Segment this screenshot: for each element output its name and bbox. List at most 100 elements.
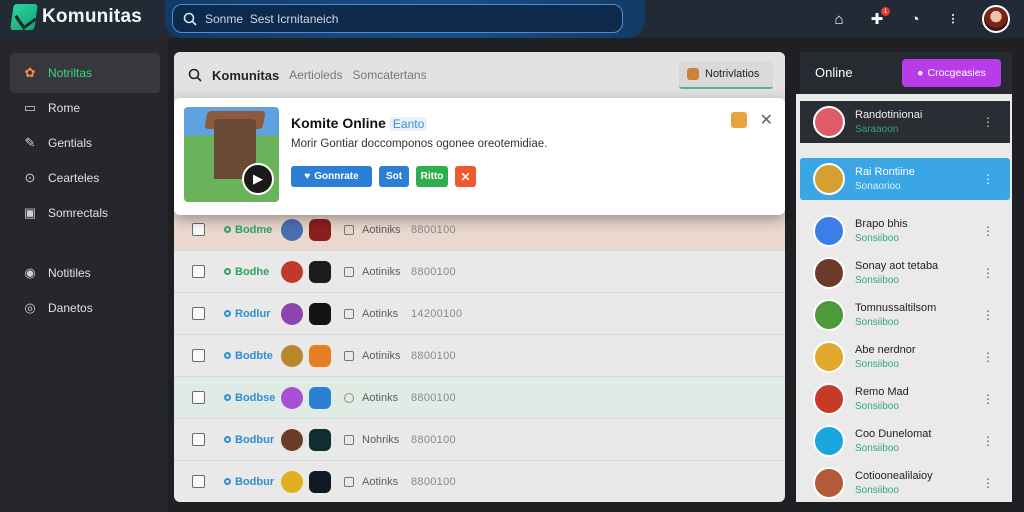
online-user-name: Coo Dunelomat — [855, 428, 932, 440]
top-icons: ⌂ ✚ 1 ◔ ⁝ — [830, 5, 1010, 33]
status-badge: Bodbur — [224, 434, 274, 446]
status-dot-icon — [224, 268, 231, 275]
more-icon[interactable]: ⋮ — [982, 224, 994, 238]
avatar — [281, 218, 303, 241]
row-checkbox[interactable] — [192, 265, 205, 278]
tools-icon[interactable]: ✕ — [455, 166, 476, 187]
heart-icon: ♥ — [304, 171, 311, 182]
close-icon[interactable]: ✕ — [760, 110, 773, 130]
sidebar-item-notriltas[interactable]: ✿ Notriltas — [10, 53, 160, 93]
row-checkbox[interactable] — [192, 475, 205, 488]
user-icon — [344, 266, 354, 277]
row-checkbox[interactable] — [192, 391, 205, 404]
row-checkbox[interactable] — [192, 307, 205, 320]
more-icon[interactable]: ⁝ — [944, 10, 962, 28]
alert-icon: ◎ — [24, 300, 36, 315]
avatar — [813, 299, 845, 331]
search-icon[interactable] — [188, 68, 202, 82]
online-user[interactable]: Randotinionai Saraaoon ⋮ — [800, 101, 1010, 143]
online-user[interactable]: Coo Dunelomat Sonsiiboo ⋮ — [800, 420, 1010, 462]
online-action-label: Crocgeasies — [927, 67, 986, 79]
online-user[interactable]: Abe nerdnor Sonsiiboo ⋮ — [800, 336, 1010, 378]
online-user-status: Sonsiiboo — [855, 275, 899, 286]
status-label: Bodbur — [235, 475, 275, 488]
avatar — [281, 302, 303, 325]
more-icon[interactable]: ⋮ — [982, 172, 994, 186]
avatar — [813, 257, 845, 289]
online-user-name: Abe nerdnor — [855, 344, 916, 356]
set-button[interactable]: Sot — [379, 166, 409, 187]
sidebar-item-label: Notriltas — [48, 66, 93, 80]
online-user[interactable]: Brapo bhis Sonsiiboo ⋮ — [800, 210, 1010, 252]
breadcrumb-item[interactable]: Somcatertans — [353, 68, 427, 82]
logo-icon — [10, 4, 38, 30]
avatar — [813, 383, 845, 415]
image-icon: ▣ — [23, 205, 37, 220]
avatar — [281, 428, 303, 451]
online-user[interactable]: Cotioonealilaioy Sonsiiboo ⋮ — [800, 462, 1010, 504]
online-user[interactable]: Rai Rontiine Sonaorioo ⋮ — [800, 158, 1010, 200]
game-icon — [309, 470, 331, 493]
status-dot-icon — [224, 436, 231, 443]
sidebar-item-danetos[interactable]: ◎ Danetos — [10, 288, 160, 328]
row-name: Aotiniks — [362, 349, 401, 362]
more-icon[interactable]: ⋮ — [982, 115, 994, 129]
more-icon[interactable]: ⋮ — [982, 350, 994, 364]
popup-actions: ♥ Gonnrate Sot Ritto ✕ — [291, 166, 476, 187]
user-icon — [344, 224, 354, 235]
game-icon — [309, 344, 331, 367]
notification-icon[interactable]: ✚ 1 — [868, 7, 890, 28]
search-bar[interactable] — [172, 4, 623, 33]
app-logo[interactable]: Komunitas — [10, 4, 142, 30]
status-dot-icon — [224, 352, 231, 359]
game-thumbnail[interactable]: ▶ — [184, 107, 279, 202]
more-icon[interactable]: ⋮ — [982, 476, 994, 490]
play-icon[interactable]: ▶ — [242, 163, 274, 195]
community-popup: ▶ Komite Online Eanto Morir Gontiar docco… — [174, 98, 785, 215]
gift-icon[interactable] — [731, 112, 747, 128]
clock-icon[interactable]: ◔ — [906, 10, 924, 28]
table-row[interactable]: Bodbse Aotinks 8800100 — [174, 376, 785, 418]
avatar — [281, 344, 303, 367]
online-user[interactable]: Remo Mad Sonsiiboo ⋮ — [800, 378, 1010, 420]
table-row[interactable]: Bodbte Aotiniks 8800100 — [174, 334, 785, 376]
online-user-status: Sonsiiboo — [855, 401, 899, 412]
more-icon[interactable]: ⋮ — [982, 266, 994, 280]
sidebar-item-notitiles[interactable]: ◉ Notitiles — [10, 253, 160, 293]
more-icon[interactable]: ⋮ — [982, 392, 994, 406]
row-checkbox[interactable] — [192, 349, 205, 362]
table-row[interactable]: Bodbur Aotinks 8800100 — [174, 460, 785, 502]
search-input[interactable] — [205, 11, 605, 26]
row-checkbox[interactable] — [192, 223, 205, 236]
sidebar-item-rome[interactable]: ▭ Rome — [10, 88, 160, 128]
popup-description: Morir Gontiar doccomponos ogonee oreotem… — [291, 138, 548, 150]
home-icon[interactable]: ⌂ — [830, 10, 848, 28]
app-title: Komunitas — [42, 6, 142, 27]
ritto-button[interactable]: Ritto — [416, 166, 448, 187]
home-icon: ▭ — [23, 100, 37, 115]
online-user[interactable]: Tomnussaltilsom Sonsiiboo ⋮ — [800, 294, 1010, 336]
sidebar-item-cearteles[interactable]: ⊙ Cearteles — [10, 158, 160, 198]
table-row[interactable]: Rodlur Aotinks 14200100 — [174, 292, 785, 334]
online-user[interactable]: Sonay aot tetaba Sonsiiboo ⋮ — [800, 252, 1010, 294]
popup-title: Komite Online Eanto — [291, 115, 428, 131]
row-checkbox[interactable] — [192, 433, 205, 446]
online-action-button[interactable]: ● Crocgeasies — [902, 59, 1001, 87]
breadcrumb-item[interactable]: Aertioleds — [289, 68, 342, 82]
table-row[interactable]: Bodbur Nohriks 8800100 — [174, 418, 785, 460]
user-avatar[interactable] — [982, 5, 1010, 33]
sidebar-item-somrectals[interactable]: ▣ Somrectals — [10, 193, 160, 233]
sidebar-item-label: Cearteles — [48, 171, 100, 185]
online-user-status: Sonsiiboo — [855, 485, 899, 496]
more-icon[interactable]: ⋮ — [982, 434, 994, 448]
status-badge: Bodbse — [224, 392, 275, 404]
notifications-button[interactable]: Notrivlatios — [679, 61, 773, 89]
more-icon[interactable]: ⋮ — [982, 308, 994, 322]
table-row[interactable]: Bodhe Aotiniks 8800100 — [174, 250, 785, 292]
online-user-name: Randotinionai — [855, 109, 923, 121]
avatar — [813, 425, 845, 457]
generate-button[interactable]: ♥ Gonnrate — [291, 166, 372, 187]
gear-icon: ✿ — [24, 65, 36, 80]
status-badge: Bodme — [224, 224, 272, 236]
sidebar-item-gentials[interactable]: ✎ Gentials — [10, 123, 160, 163]
